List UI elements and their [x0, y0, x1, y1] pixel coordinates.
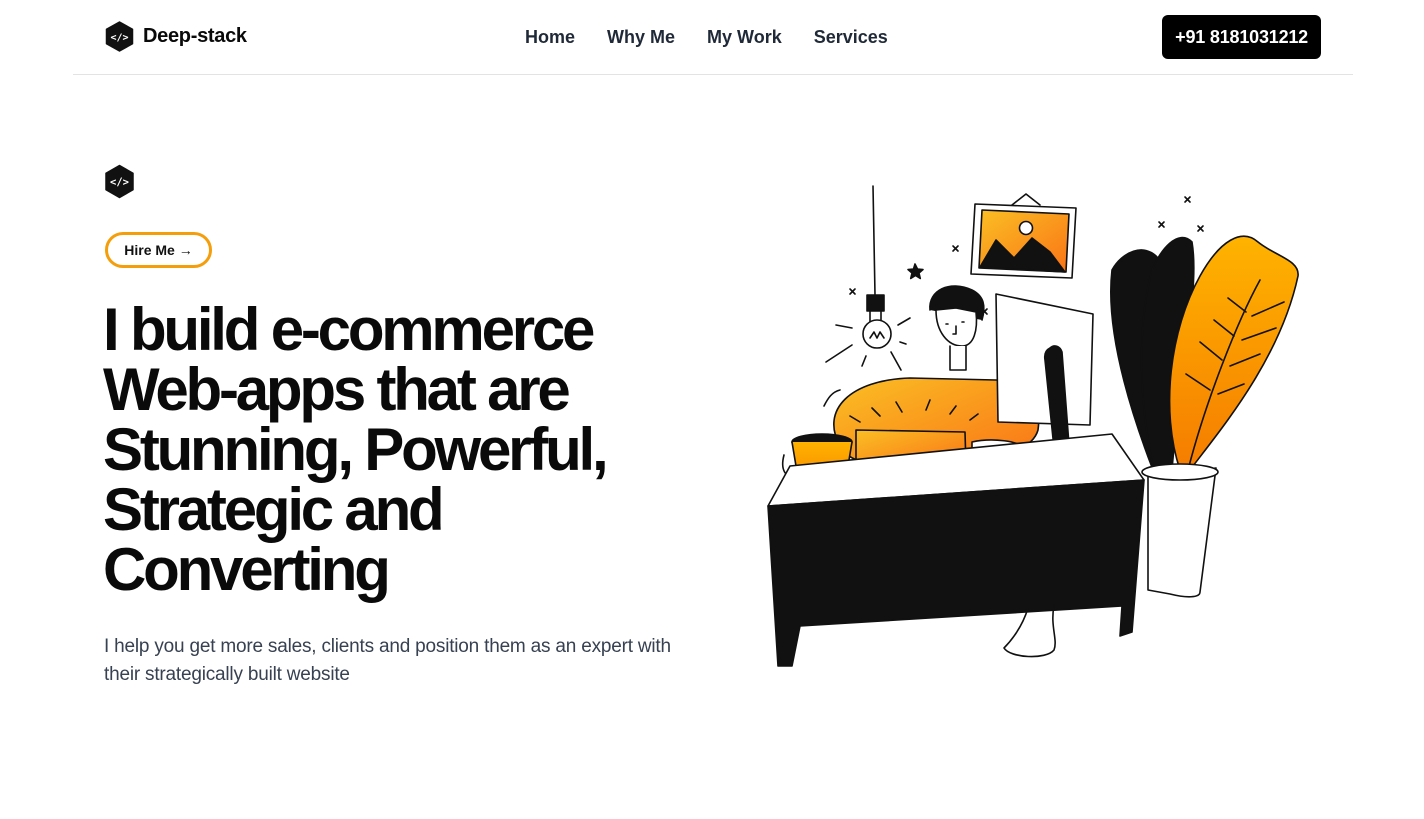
hero-headline: I build e-commerce Web-apps that are Stu… — [103, 296, 609, 603]
code-hexagon-icon: </> — [105, 164, 134, 199]
developer-at-desk-illustration — [767, 185, 1299, 667]
hire-me-button[interactable]: Hire Me → — [105, 232, 212, 268]
nav-my-work[interactable]: My Work — [691, 25, 798, 49]
phone-button[interactable]: +91 8181031212 — [1162, 15, 1321, 59]
hero-subtext: I help you get more sales, clients and p… — [104, 636, 671, 685]
svg-text:</>: </> — [110, 33, 128, 44]
nav-services[interactable]: Services — [798, 25, 904, 49]
svg-text:</>: </> — [110, 177, 129, 189]
brand-name: Deep-stack — [143, 25, 247, 47]
code-hexagon-icon: </> — [105, 21, 134, 52]
main-nav: Home Why Me My Work Services — [525, 25, 904, 49]
nav-home[interactable]: Home — [525, 25, 591, 49]
brand[interactable]: </> Deep-stack — [105, 21, 247, 52]
site-header: </> Deep-stack Home Why Me My Work Servi… — [73, 0, 1353, 75]
nav-why-me[interactable]: Why Me — [591, 25, 691, 49]
